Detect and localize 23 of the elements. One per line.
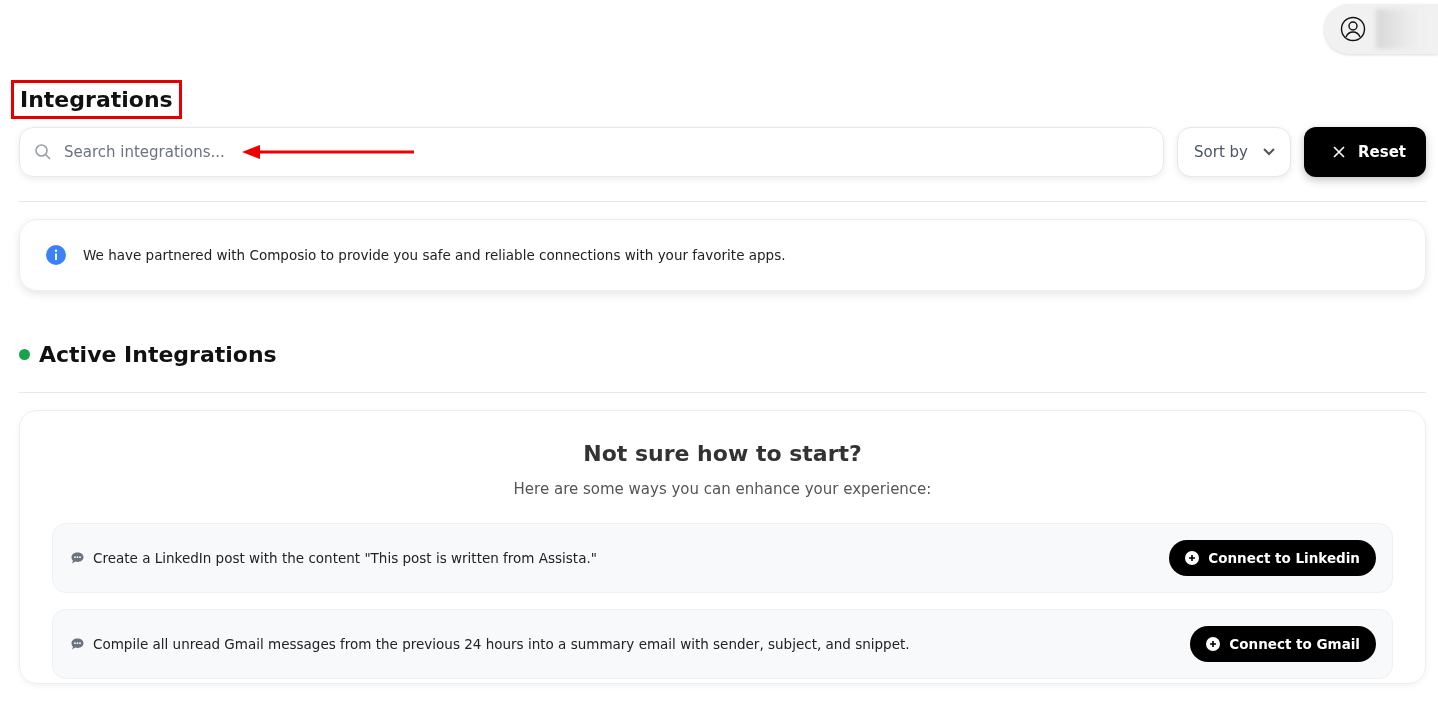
info-icon xyxy=(46,245,66,265)
section-title: Active Integrations xyxy=(39,342,277,367)
info-text: We have partnered with Composio to provide you safe and reliable connections with your favorite apps. xyxy=(83,247,786,263)
chevron-down-icon xyxy=(1262,147,1276,157)
suggestion-text: Create a LinkedIn post with the content "This post is written from Assista." xyxy=(93,550,598,566)
user-menu[interactable] xyxy=(1324,4,1438,54)
empty-state-subtitle: Here are some ways you can enhance your experience: xyxy=(512,480,933,498)
reset-button[interactable]: Reset xyxy=(1304,127,1426,177)
empty-state-title: Not sure how to start? xyxy=(582,441,863,466)
user-icon xyxy=(1340,16,1366,42)
close-icon xyxy=(1332,145,1346,159)
chat-icon xyxy=(71,638,84,650)
chat-icon xyxy=(71,552,84,564)
suggestion-text: Compile all unread Gmail messages from the previous 24 hours into a summary email with sender, subject, and snippet. xyxy=(93,636,911,652)
search-input[interactable]: Search integrations... xyxy=(62,142,226,162)
sort-dropdown[interactable]: Sort by xyxy=(1177,127,1291,177)
connect-button[interactable]: Connect to Gmail xyxy=(1190,626,1376,662)
search-field[interactable]: Search integrations... xyxy=(19,127,1165,177)
plus-icon xyxy=(1185,551,1200,565)
connect-button[interactable]: Connect to Linkedin xyxy=(1169,540,1376,576)
page-title: Integrations xyxy=(11,80,182,119)
search-icon xyxy=(34,143,52,161)
plus-icon xyxy=(1206,637,1221,651)
